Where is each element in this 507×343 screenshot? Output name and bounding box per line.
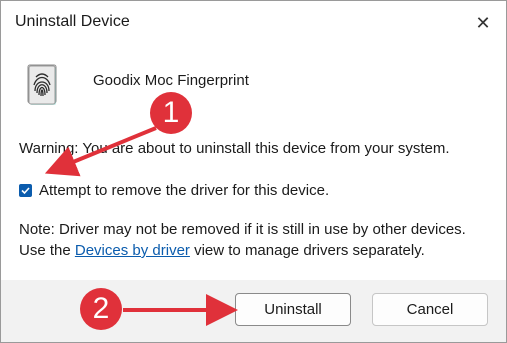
warning-text: Warning: You are about to uninstall this…	[19, 140, 450, 157]
note-after-link: view to manage drivers separately.	[189, 242, 425, 259]
remove-driver-checkbox[interactable]	[19, 184, 32, 197]
device-name: Goodix Moc Fingerprint	[93, 72, 249, 89]
close-button[interactable]: ✕	[468, 9, 498, 37]
note-text: Note: Driver may not be removed if it is…	[19, 219, 489, 261]
uninstall-device-dialog: Uninstall Device ✕ Goodix Moc Fingerprin…	[0, 0, 507, 343]
cancel-button[interactable]: Cancel	[372, 293, 488, 326]
devices-by-driver-link[interactable]: Devices by driver	[75, 242, 190, 259]
dialog-title: Uninstall Device	[15, 13, 130, 30]
uninstall-button[interactable]: Uninstall	[235, 293, 351, 326]
fingerprint-icon	[25, 63, 61, 107]
title-bar: Uninstall Device ✕	[1, 1, 506, 45]
annotation-badge-2: 2	[80, 288, 122, 330]
annotation-badge-1: 1	[150, 92, 192, 134]
remove-driver-label: Attempt to remove the driver for this de…	[39, 182, 330, 199]
remove-driver-checkbox-row[interactable]: Attempt to remove the driver for this de…	[19, 182, 329, 199]
checkmark-icon	[21, 187, 30, 195]
